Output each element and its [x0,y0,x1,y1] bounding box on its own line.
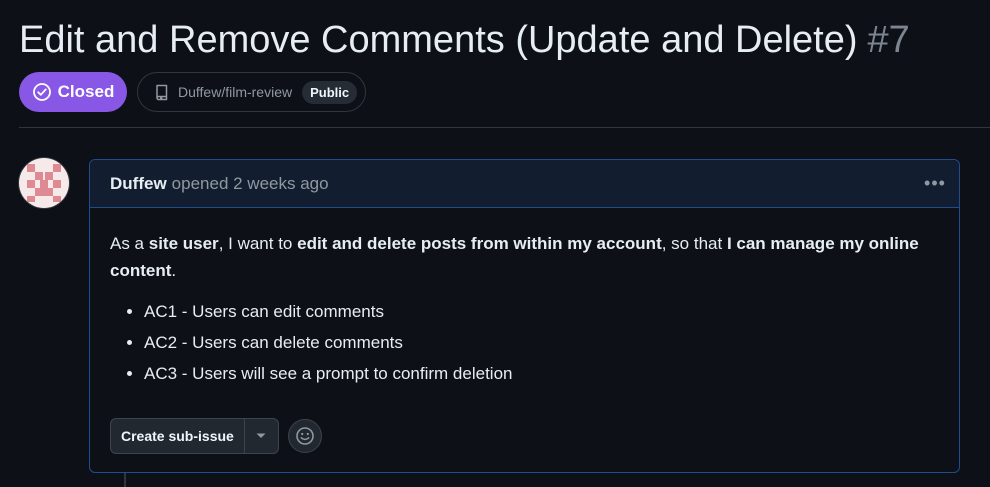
repo-chip[interactable]: Duffew/film-review Public [137,72,367,112]
comment-timestamp[interactable]: opened 2 weeks ago [172,174,329,194]
comment-body: As a site user, I want to edit and delet… [90,208,959,389]
comment-author[interactable]: Duffew [110,174,167,194]
kebab-horizontal-icon[interactable]: ••• [923,172,947,194]
list-item: AC1 - Users can edit comments [144,296,939,327]
user-story: As a site user, I want to edit and delet… [110,234,919,280]
create-sub-issue-dropdown[interactable] [245,419,278,453]
create-sub-issue-button[interactable]: Create sub-issue [111,419,245,453]
smiley-icon [296,427,314,445]
issue-closed-icon [32,83,51,101]
add-reaction-button[interactable] [287,419,322,453]
list-item: AC3 - Users will see a prompt to confirm… [144,358,939,389]
comment-actions: Create sub-issue [110,418,322,454]
issue-title: Edit and Remove Comments (Update and Del… [19,14,910,66]
timeline-line [124,472,126,487]
issue-state-label: Closed [57,82,115,101]
create-sub-issue-split-button: Create sub-issue [110,418,279,454]
list-item: AC2 - Users can delete comments [144,327,939,358]
issue-title-text: Edit and Remove Comments (Update and Del… [19,19,858,61]
repo-link[interactable]: Duffew/film-review [178,84,292,100]
acceptance-criteria-list: AC1 - Users can edit comments AC2 - User… [110,296,939,389]
comment-card: Duffew opened 2 weeks ago ••• As a site … [89,159,960,473]
header-divider [19,127,990,128]
avatar[interactable] [19,158,69,208]
issue-state-badge: Closed [19,72,127,112]
issue-number: #7 [867,19,910,61]
comment-header: Duffew opened 2 weeks ago [90,160,959,208]
repo-icon [154,83,170,101]
visibility-badge: Public [302,80,358,104]
triangle-down-icon [256,433,266,438]
identicon-image [27,164,61,202]
